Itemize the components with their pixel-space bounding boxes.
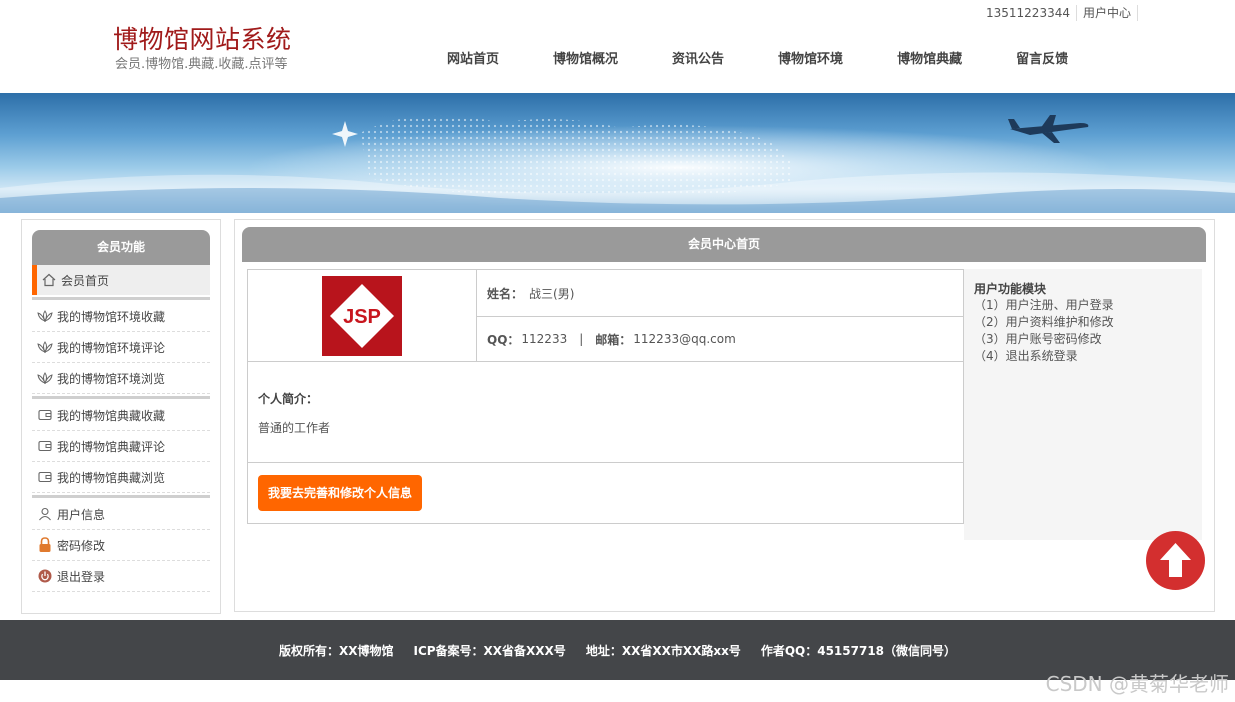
- member-sidebar: 会员功能 会员首页 我的博物馆环境收藏 我的博物馆环境评论 我的博物馆环境浏览: [21, 219, 221, 614]
- sidebar-item-env-browse[interactable]: 我的博物馆环境浏览: [32, 363, 210, 394]
- sidebar-item-collection-favorites[interactable]: 我的博物馆典藏收藏: [32, 400, 210, 431]
- email-value: 112233@qq.com: [633, 332, 736, 346]
- top-links: 13511223344 用户中心: [980, 5, 1138, 21]
- functions-list: （1）用户注册、用户登录 （2）用户资料维护和修改 （3）用户账号密码修改 （4…: [974, 297, 1114, 365]
- lock-icon: [37, 537, 53, 553]
- lotus-icon: [37, 308, 53, 324]
- nav-news[interactable]: 资讯公告: [645, 50, 751, 70]
- sidebar-item-label: 密码修改: [57, 538, 106, 553]
- watermark: CSDN @黄菊华老师: [1045, 672, 1229, 696]
- sidebar-item-label: 我的博物馆环境收藏: [57, 309, 166, 324]
- site-subtitle: 会员.博物馆.典藏.收藏.点评等: [115, 57, 288, 72]
- functions-panel: 用户功能模块 （1）用户注册、用户登录 （2）用户资料维护和修改 （3）用户账号…: [964, 269, 1202, 540]
- banner-image: [0, 93, 1235, 213]
- lotus-icon: [37, 370, 53, 386]
- user-icon: [37, 506, 53, 522]
- avatar-cell: JSP: [248, 270, 477, 362]
- home-icon: [41, 272, 57, 288]
- footer-address: 地址：XX省XX市XX路xx号: [585, 643, 741, 658]
- member-main-panel: 会员中心首页 JSP 姓名： 战三(男) QQ： 112233 | 邮箱： 11…: [234, 219, 1215, 612]
- sidebar-item-member-home[interactable]: 会员首页: [32, 265, 210, 295]
- qq-label: QQ：: [487, 332, 520, 347]
- sidebar-item-env-comments[interactable]: 我的博物馆环境评论: [32, 332, 210, 363]
- edit-profile-button[interactable]: 我要去完善和修改个人信息: [258, 475, 422, 511]
- bio-label: 个人简介：: [258, 392, 319, 406]
- back-to-top-button[interactable]: [1146, 531, 1205, 590]
- bio-text: 普通的工作者: [258, 421, 331, 435]
- footer-icp: ICP备案号：XX省备XXX号: [413, 643, 566, 658]
- site-title[interactable]: 博物馆网站系统: [113, 20, 292, 56]
- footer-copyright: 版权所有：XX博物馆: [278, 643, 394, 658]
- nav-home[interactable]: 网站首页: [420, 50, 526, 70]
- sidebar-divider: [32, 495, 210, 498]
- function-item: （4）退出系统登录: [974, 349, 1078, 363]
- nav-overview[interactable]: 博物馆概况: [526, 50, 645, 70]
- sidebar-item-collection-comments[interactable]: 我的博物馆典藏评论: [32, 431, 210, 462]
- wallet-icon: [37, 407, 53, 423]
- avatar: JSP: [322, 276, 402, 356]
- wallet-icon: [37, 469, 53, 485]
- phone-number: 13511223344: [980, 5, 1077, 21]
- sidebar-item-change-password[interactable]: 密码修改: [32, 530, 210, 561]
- wallet-icon: [37, 438, 53, 454]
- functions-title: 用户功能模块: [974, 282, 1047, 296]
- contact-cell: QQ： 112233 | 邮箱： 112233@qq.com: [477, 317, 963, 362]
- main-nav: 网站首页 博物馆概况 资讯公告 博物馆环境 博物馆典藏 留言反馈: [420, 50, 1095, 70]
- sidebar-item-label: 我的博物馆典藏评论: [57, 439, 166, 454]
- function-item: （3）用户账号密码修改: [974, 332, 1102, 346]
- lotus-icon: [37, 339, 53, 355]
- sidebar-item-collection-browse[interactable]: 我的博物馆典藏浏览: [32, 462, 210, 493]
- name-label: 姓名：: [487, 286, 524, 301]
- sidebar-item-logout[interactable]: 退出登录: [32, 561, 210, 592]
- sidebar-item-label: 我的博物馆典藏收藏: [57, 408, 166, 423]
- sidebar-title: 会员功能: [32, 230, 210, 265]
- profile-table: JSP 姓名： 战三(男) QQ： 112233 | 邮箱： 112233@qq…: [247, 269, 964, 524]
- sidebar-item-label: 我的博物馆环境评论: [57, 340, 166, 355]
- arrow-up-icon: [1160, 543, 1191, 577]
- sidebar-divider: [32, 396, 210, 399]
- sidebar-item-label: 用户信息: [57, 507, 106, 522]
- sidebar-item-label: 退出登录: [57, 569, 106, 584]
- name-value: 战三(男): [529, 286, 575, 301]
- sidebar-menu: 会员首页 我的博物馆环境收藏 我的博物馆环境评论 我的博物馆环境浏览 我的博物馆…: [32, 265, 210, 592]
- main-title: 会员中心首页: [242, 227, 1206, 262]
- sidebar-item-label: 会员首页: [61, 273, 110, 288]
- function-item: （2）用户资料维护和修改: [974, 315, 1114, 329]
- nav-collection[interactable]: 博物馆典藏: [870, 50, 989, 70]
- sidebar-divider: [32, 297, 210, 300]
- user-center-link[interactable]: 用户中心: [1077, 5, 1138, 21]
- footer-author: 作者QQ：45157718（微信同号）: [760, 643, 957, 658]
- sidebar-item-user-info[interactable]: 用户信息: [32, 499, 210, 530]
- nav-environment[interactable]: 博物馆环境: [751, 50, 870, 70]
- sidebar-item-label: 我的博物馆典藏浏览: [57, 470, 166, 485]
- sidebar-item-env-favorites[interactable]: 我的博物馆环境收藏: [32, 301, 210, 332]
- bio-cell: 个人简介： 普通的工作者: [248, 362, 963, 463]
- email-label: 邮箱：: [595, 332, 632, 347]
- contact-separator: |: [579, 332, 584, 346]
- function-item: （1）用户注册、用户登录: [974, 298, 1114, 312]
- qq-value: 112233: [521, 332, 568, 346]
- nav-feedback[interactable]: 留言反馈: [989, 50, 1095, 70]
- name-cell: 姓名： 战三(男): [477, 270, 963, 317]
- sidebar-item-label: 我的博物馆环境浏览: [57, 371, 166, 386]
- power-icon: [37, 568, 53, 584]
- avatar-logo-text: JSP: [343, 306, 381, 328]
